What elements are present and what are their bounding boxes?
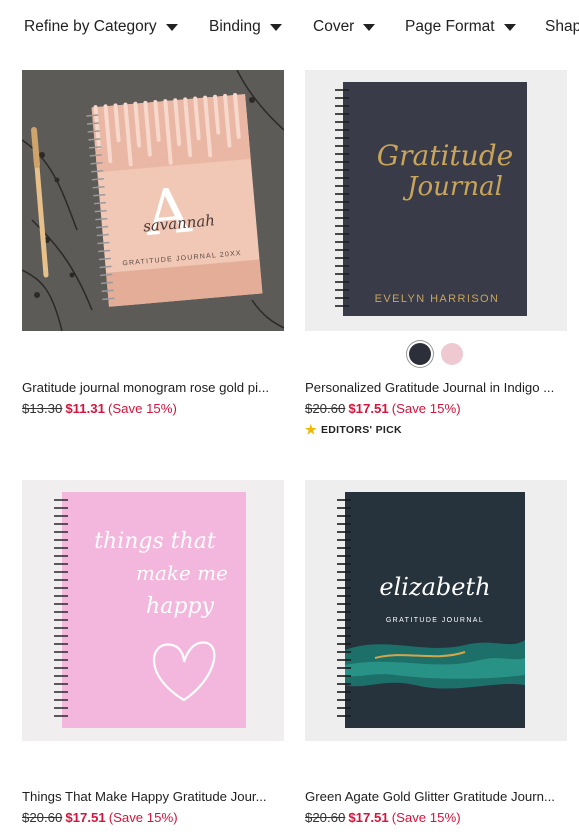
filter-refine-by-category[interactable]: Refine by Category bbox=[24, 15, 178, 39]
filter-cover[interactable]: Cover bbox=[313, 15, 376, 39]
cover-name: elizabeth bbox=[379, 573, 490, 601]
filter-label: Shap bbox=[545, 18, 579, 35]
product-price: $20.60 $17.51 (Save 15%) bbox=[305, 810, 461, 825]
cover-title-line-2: Journal bbox=[402, 172, 503, 202]
swatch-indigo[interactable] bbox=[409, 343, 431, 365]
savings-label: (Save 15%) bbox=[391, 810, 461, 825]
filter-binding[interactable]: Binding bbox=[209, 15, 282, 39]
chevron-down-icon bbox=[363, 23, 376, 31]
filter-shape[interactable]: Shap bbox=[545, 15, 579, 39]
product-title[interactable]: Personalized Gratitude Journal in Indigo… bbox=[305, 380, 567, 395]
product-price: $20.60 $17.51 (Save 15%) bbox=[305, 401, 461, 416]
savings-label: (Save 15%) bbox=[108, 810, 178, 825]
chevron-down-icon bbox=[503, 23, 516, 31]
editors-pick-badge: ★ EDITORS' PICK bbox=[305, 422, 402, 438]
filter-label: Cover bbox=[313, 18, 355, 35]
filter-page-format[interactable]: Page Format bbox=[405, 15, 516, 39]
filter-bar: Refine by Category Binding Cover Page Fo… bbox=[0, 0, 579, 54]
product-price: $20.60 $17.51 (Save 15%) bbox=[22, 810, 178, 825]
sale-price: $11.31 bbox=[65, 401, 105, 416]
cover-sub: GRATITUDE JOURNAL bbox=[386, 617, 484, 624]
sale-price: $17.51 bbox=[348, 401, 389, 416]
rose-gold-notebook-image: A savannah GRATITUDE JOURNAL 20XX bbox=[22, 70, 284, 331]
cover-line-1: things that bbox=[94, 529, 216, 554]
product-image[interactable]: A savannah GRATITUDE JOURNAL 20XX bbox=[22, 70, 284, 331]
original-price: $20.60 bbox=[22, 810, 63, 825]
product-card[interactable]: A savannah GRATITUDE JOURNAL 20XX Gratit… bbox=[22, 70, 284, 430]
star-icon: ★ bbox=[305, 422, 317, 437]
badge-label: EDITORS' PICK bbox=[320, 424, 402, 436]
swatch-pink[interactable] bbox=[441, 343, 463, 365]
indigo-notebook-image: Gratitude Journal EVELYN HARRISON bbox=[305, 70, 567, 331]
cover-name: EVELYN HARRISON bbox=[375, 293, 500, 305]
original-price: $20.60 bbox=[305, 401, 346, 416]
product-title[interactable]: Green Agate Gold Glitter Gratitude Journ… bbox=[305, 789, 567, 804]
filter-label: Page Format bbox=[405, 18, 495, 35]
product-image[interactable]: things that make me happy bbox=[22, 480, 284, 741]
product-image[interactable]: Gratitude Journal EVELYN HARRISON bbox=[305, 70, 567, 331]
product-image[interactable]: elizabeth GRATITUDE JOURNAL bbox=[305, 480, 567, 741]
savings-label: (Save 15%) bbox=[391, 401, 461, 416]
product-card[interactable]: Gratitude Journal EVELYN HARRISON Person… bbox=[305, 70, 567, 450]
filter-label: Refine by Category bbox=[24, 18, 157, 35]
chevron-down-icon bbox=[269, 23, 282, 31]
product-title[interactable]: Gratitude journal monogram rose gold pi.… bbox=[22, 380, 284, 395]
savings-label: (Save 15%) bbox=[107, 401, 177, 416]
sale-price: $17.51 bbox=[65, 810, 106, 825]
original-price: $20.60 bbox=[305, 810, 346, 825]
cover-title-line-1: Gratitude bbox=[377, 139, 513, 172]
chevron-down-icon bbox=[165, 23, 178, 31]
product-card[interactable]: things that make me happy Things That Ma… bbox=[22, 480, 284, 830]
filter-label: Binding bbox=[209, 18, 261, 35]
original-price: $13.30 bbox=[22, 401, 63, 416]
cover-line-3: happy bbox=[146, 594, 214, 619]
green-agate-notebook-image: elizabeth GRATITUDE JOURNAL bbox=[305, 480, 567, 741]
cover-initial: A bbox=[141, 173, 194, 250]
color-swatches bbox=[409, 343, 463, 365]
cover-line-2: make me bbox=[136, 561, 228, 585]
pink-notebook-image: things that make me happy bbox=[22, 480, 284, 741]
product-card[interactable]: elizabeth GRATITUDE JOURNAL Green Agate … bbox=[305, 480, 567, 830]
product-title[interactable]: Things That Make Happy Gratitude Jour... bbox=[22, 789, 284, 804]
product-price: $13.30 $11.31 (Save 15%) bbox=[22, 401, 177, 416]
sale-price: $17.51 bbox=[348, 810, 389, 825]
